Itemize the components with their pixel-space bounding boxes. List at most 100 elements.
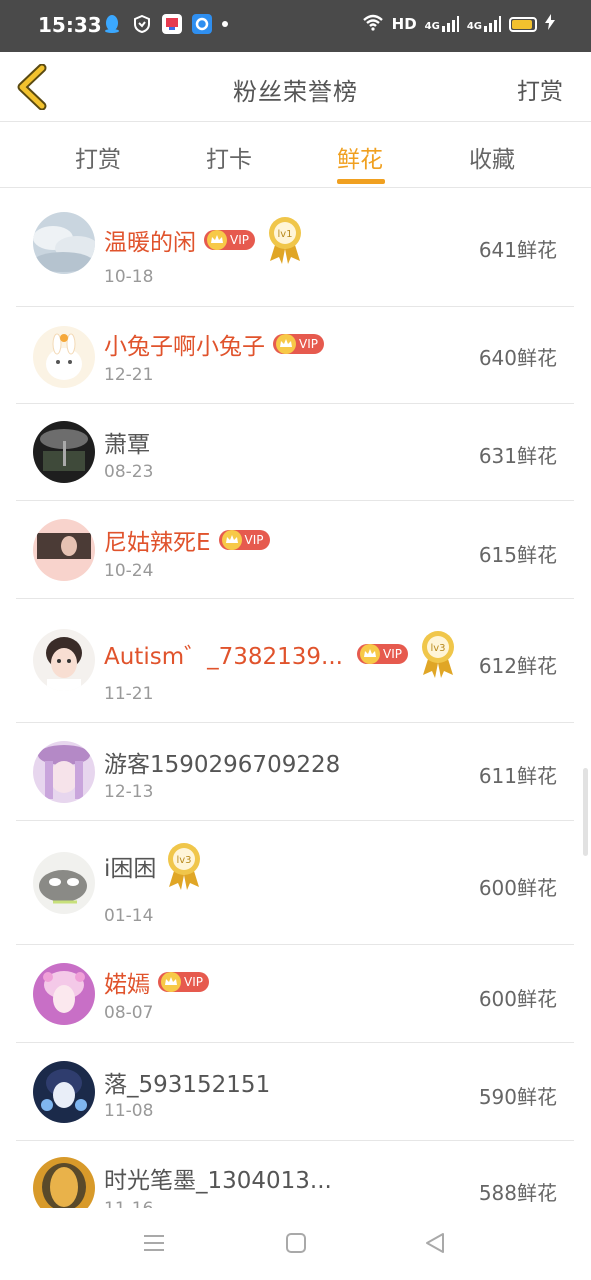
- hd-label: HD: [391, 15, 417, 33]
- browser-icon: [192, 14, 212, 34]
- level-medal-icon: lv3: [168, 843, 201, 890]
- user-name[interactable]: 小兔子啊小兔子: [104, 327, 265, 361]
- avatar[interactable]: [33, 326, 95, 388]
- user-name[interactable]: 尼姑辣死E: [104, 523, 211, 557]
- date: 10-18: [104, 267, 154, 287]
- vip-badge: VIP: [204, 230, 255, 250]
- name-line: 婼嫣 VIP: [104, 965, 209, 999]
- user-name[interactable]: 婼嫣: [104, 965, 150, 999]
- date: 12-21: [104, 365, 154, 385]
- name-line: 萧覃: [104, 425, 150, 459]
- name-line: 温暖的闲 VIP lv1: [104, 215, 303, 265]
- app-icon: [162, 14, 182, 34]
- reward-button[interactable]: 打赏: [517, 72, 563, 106]
- level-medal-icon: lv3: [421, 631, 454, 678]
- user-name[interactable]: 游客1590296709228: [104, 745, 340, 779]
- user-name[interactable]: i困困: [104, 849, 156, 883]
- user-name[interactable]: 落_593152151: [104, 1065, 270, 1099]
- date: 08-23: [104, 462, 154, 482]
- name-line: i困困 lv3: [104, 841, 202, 891]
- avatar[interactable]: [33, 519, 95, 581]
- shield-icon: [132, 14, 152, 34]
- date: 12-13: [104, 782, 154, 802]
- qq-icon: [102, 14, 122, 34]
- avatar[interactable]: [33, 852, 95, 914]
- date: 08-07: [104, 1003, 154, 1023]
- flower-count: 611鲜花: [478, 764, 557, 788]
- vip-badge: VIP: [356, 644, 408, 664]
- tab-bar: 打赏 打卡 鲜花 收藏: [0, 122, 591, 188]
- svg-text:lv3: lv3: [177, 855, 192, 866]
- user-name[interactable]: 萧覃: [104, 425, 150, 459]
- user-name[interactable]: 温暖的闲: [104, 223, 196, 257]
- name-line: 时光笔墨_1304013...: [104, 1161, 332, 1195]
- vip-badge: VIP: [273, 334, 324, 354]
- crown-icon: [359, 644, 380, 664]
- signal-icon-2: 4G: [467, 16, 501, 32]
- more-notifications-dot: [222, 21, 228, 27]
- status-bar: 15:33 HD 4G 4G: [0, 0, 591, 52]
- system-nav-bar: [0, 1208, 591, 1280]
- avatar[interactable]: [33, 421, 95, 483]
- crown-icon: [276, 334, 296, 354]
- avatar[interactable]: [33, 963, 95, 1025]
- name-line: 尼姑辣死E VIP: [104, 523, 270, 557]
- list-item[interactable]: i困困 lv3 01-14 600鲜花: [16, 821, 574, 945]
- scrollbar[interactable]: [583, 768, 588, 856]
- avatar[interactable]: [33, 212, 95, 274]
- battery-icon: [509, 16, 537, 32]
- fan-ranking-list: 温暖的闲 VIP lv1 10-18 641鲜花 小兔子啊小兔子 VIP 12-…: [16, 188, 574, 1211]
- flower-count: 600鲜花: [478, 987, 557, 1011]
- signal-icon-1: 4G: [425, 16, 459, 32]
- user-name[interactable]: Autism゛_7382139...: [104, 637, 343, 671]
- date: 10-24: [104, 561, 154, 581]
- name-line: Autism゛_7382139... VIP lv3: [104, 629, 456, 679]
- svg-text:lv3: lv3: [430, 643, 445, 654]
- list-item[interactable]: 时光笔墨_1304013... 11-16 588鲜花: [16, 1141, 574, 1211]
- charging-icon: [545, 14, 555, 34]
- list-item[interactable]: 温暖的闲 VIP lv1 10-18 641鲜花: [16, 188, 574, 307]
- name-line: 小兔子啊小兔子 VIP: [104, 327, 324, 361]
- list-item[interactable]: 尼姑辣死E VIP 10-24 615鲜花: [16, 501, 574, 599]
- flower-count: 631鲜花: [478, 444, 557, 468]
- wifi-icon: [362, 13, 384, 35]
- crown-icon: [207, 230, 227, 250]
- list-item[interactable]: 落_593152151 11-08 590鲜花: [16, 1043, 574, 1141]
- avatar[interactable]: [33, 1061, 95, 1123]
- user-name[interactable]: 时光笔墨_1304013...: [104, 1161, 332, 1195]
- home-icon[interactable]: [285, 1232, 307, 1258]
- level-medal-icon: lv1: [268, 217, 301, 264]
- vip-badge: VIP: [218, 530, 270, 550]
- tab-checkin[interactable]: 打卡: [206, 140, 252, 174]
- status-time: 15:33: [38, 13, 102, 37]
- list-item[interactable]: 游客1590296709228 12-13 611鲜花: [16, 723, 574, 821]
- avatar[interactable]: [33, 1157, 95, 1211]
- date: 11-21: [104, 684, 154, 704]
- nav-bar: 粉丝荣誉榜 打赏: [0, 52, 591, 122]
- tab-favorites[interactable]: 收藏: [469, 140, 515, 174]
- back-triangle-icon[interactable]: [424, 1232, 446, 1258]
- tab-reward[interactable]: 打赏: [75, 140, 121, 174]
- list-item[interactable]: 婼嫣 VIP 08-07 600鲜花: [16, 945, 574, 1043]
- avatar[interactable]: [33, 629, 95, 691]
- list-item[interactable]: 小兔子啊小兔子 VIP 12-21 640鲜花: [16, 307, 574, 404]
- notification-icons: [102, 14, 228, 34]
- list-item[interactable]: 萧覃 08-23 631鲜花: [16, 404, 574, 501]
- svg-text:lv1: lv1: [277, 229, 292, 240]
- vip-badge: VIP: [158, 972, 209, 992]
- name-line: 游客1590296709228: [104, 745, 340, 779]
- tab-flowers[interactable]: 鲜花: [337, 140, 383, 174]
- active-tab-indicator: [337, 179, 385, 184]
- list-item[interactable]: Autism゛_7382139... VIP lv3 11-21 612鲜花: [16, 599, 574, 723]
- flower-count: 641鲜花: [478, 238, 557, 262]
- flower-count: 588鲜花: [478, 1181, 557, 1205]
- flower-count: 640鲜花: [478, 346, 557, 370]
- crown-icon: [221, 530, 242, 550]
- flower-count: 612鲜花: [478, 654, 557, 678]
- avatar[interactable]: [33, 741, 95, 803]
- page-title: 粉丝荣誉榜: [233, 78, 358, 106]
- date: 11-08: [104, 1101, 154, 1121]
- menu-icon[interactable]: [143, 1232, 165, 1258]
- flower-count: 590鲜花: [478, 1085, 557, 1109]
- name-line: 落_593152151: [104, 1065, 270, 1099]
